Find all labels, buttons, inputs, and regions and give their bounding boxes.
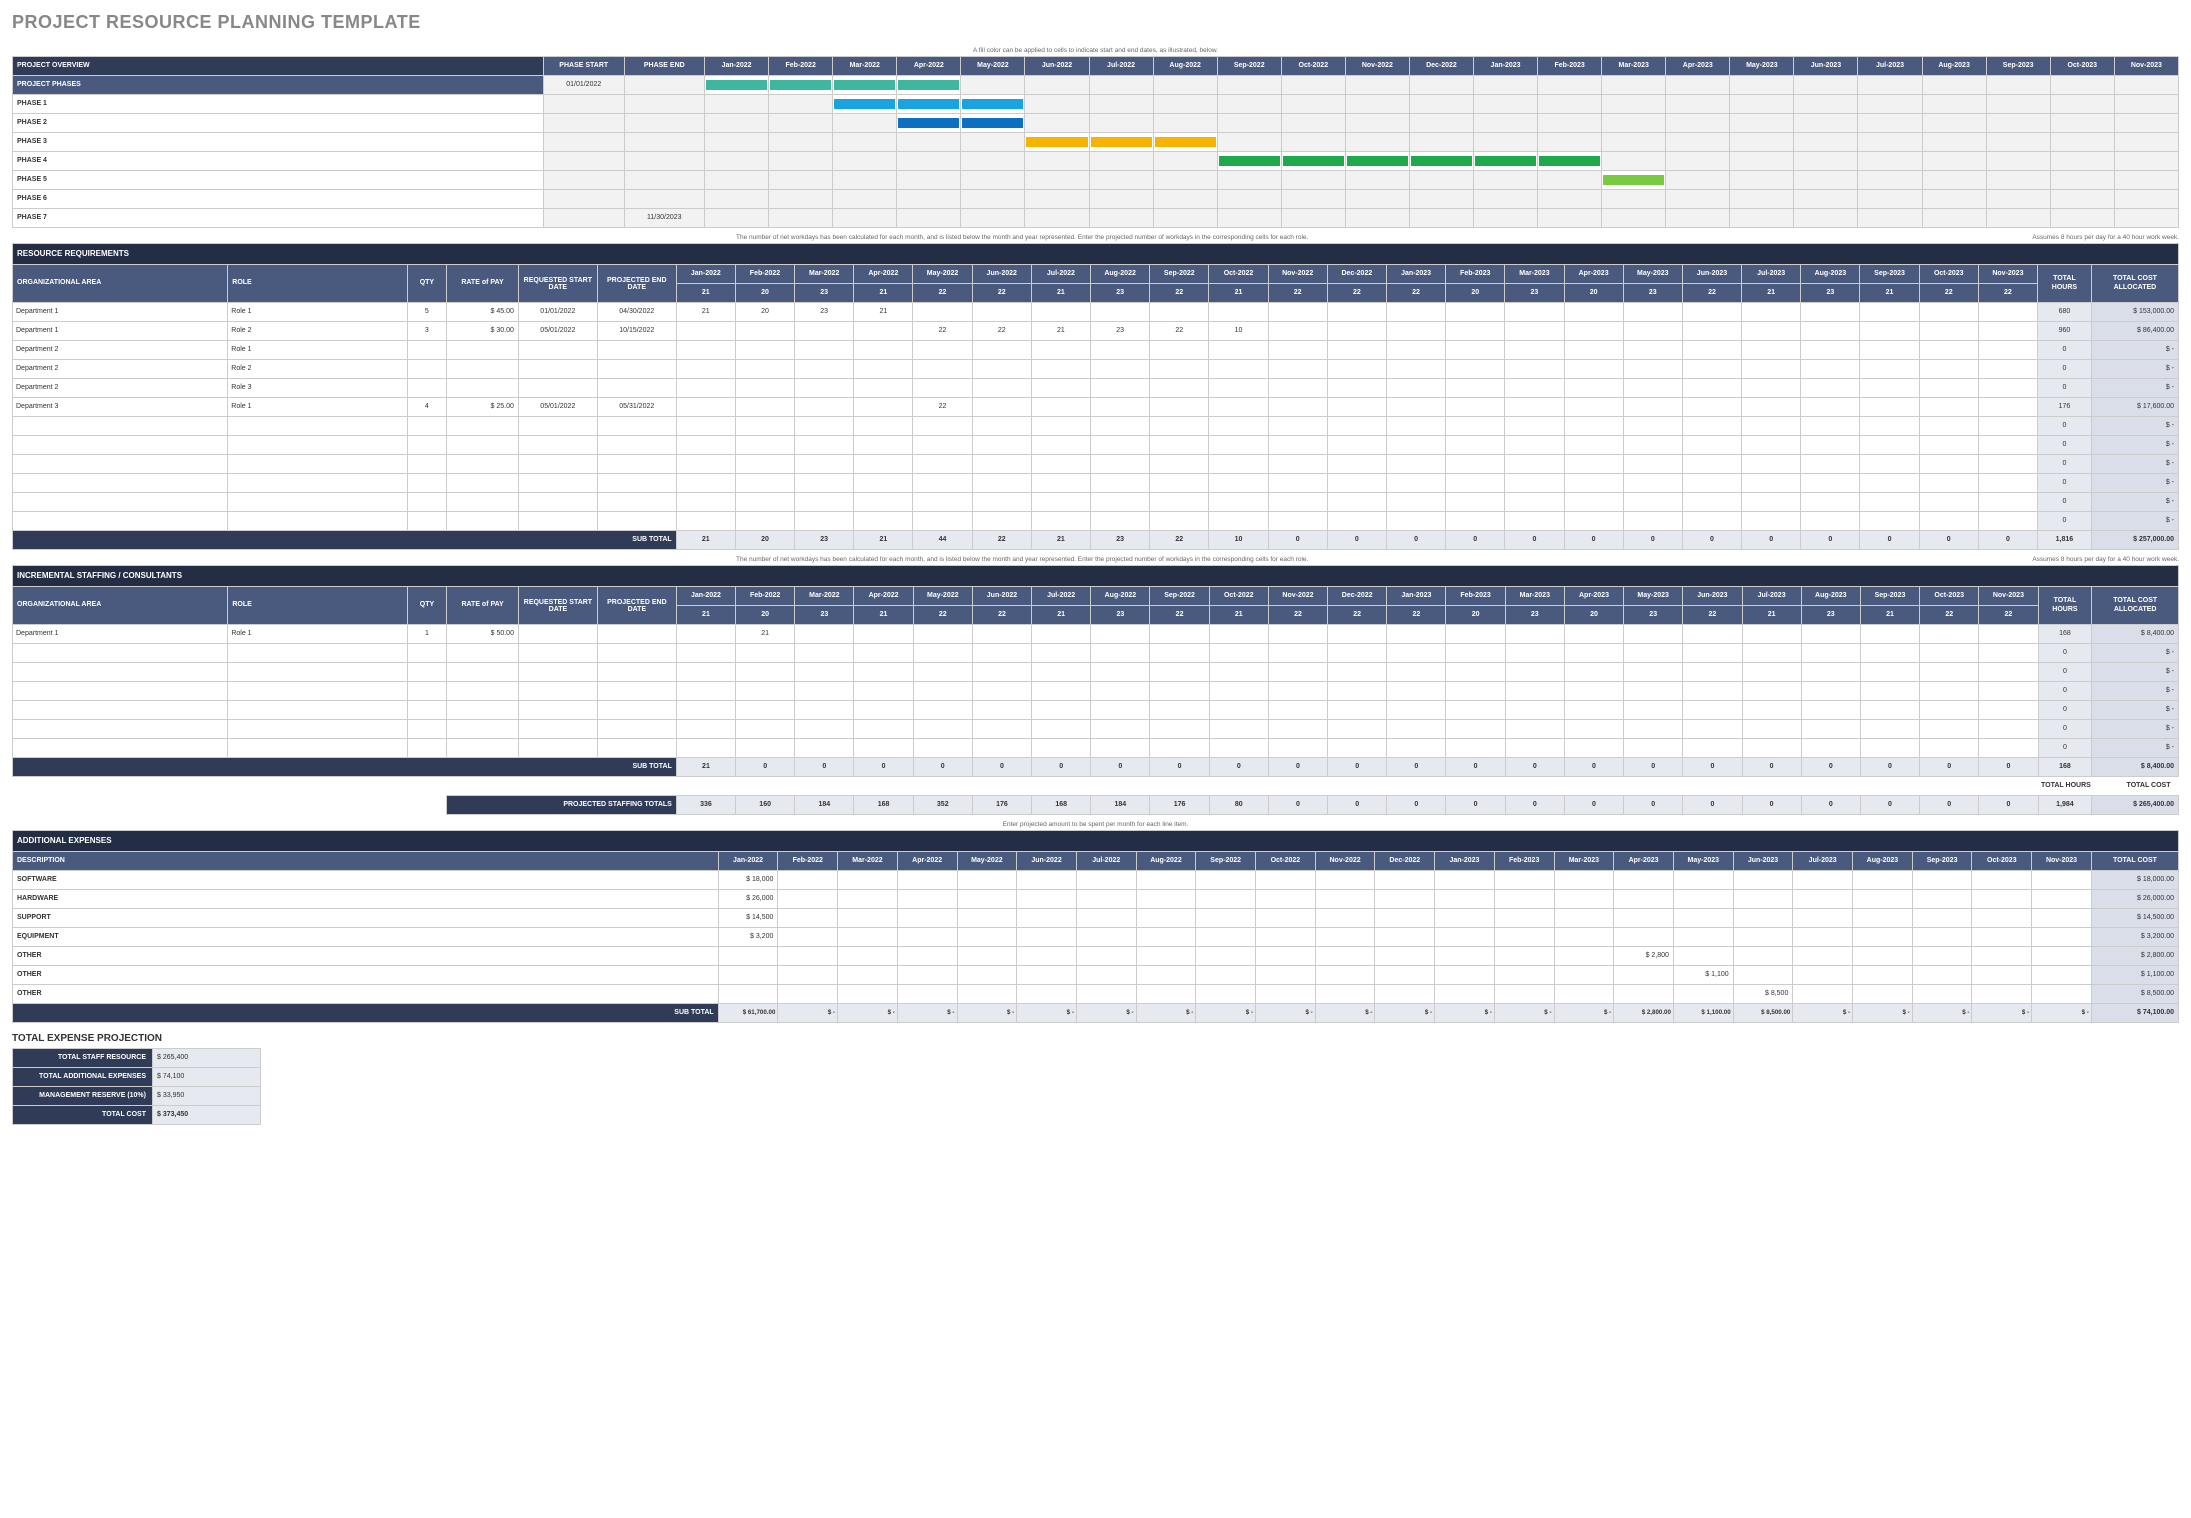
total-expense-projection-table: TOTAL STAFF RESOURCE$ 265,400TOTAL ADDIT… <box>12 1048 261 1125</box>
page-title: PROJECT RESOURCE PLANNING TEMPLATE <box>12 12 2179 33</box>
table-row: TOTAL STAFF RESOURCE$ 265,400 <box>13 1049 261 1068</box>
table-row: Department 1Role 23$ 30.0005/01/202210/1… <box>13 322 2179 341</box>
table-row: 0$ - <box>13 701 2179 720</box>
table-row: TOTAL COST$ 373,450 <box>13 1106 261 1125</box>
gantt-row: PHASE 1 <box>13 95 2179 114</box>
table-row: Department 2Role 20$ - <box>13 360 2179 379</box>
project-overview-table: PROJECT OVERVIEWPHASE STARTPHASE ENDJan-… <box>12 56 2179 228</box>
table-row: OTHER$ 8,500$ 8,500.00 <box>13 985 2179 1004</box>
table-row: 0$ - <box>13 436 2179 455</box>
table-row: OTHER$ 1,100$ 1,100.00 <box>13 966 2179 985</box>
table-row: Department 1Role 11$ 50.0021168$ 8,400.0… <box>13 625 2179 644</box>
gantt-row: PHASE 4 <box>13 152 2179 171</box>
table-row: OTHER$ 2,800$ 2,800.00 <box>13 947 2179 966</box>
table-row: 0$ - <box>13 512 2179 531</box>
table-row: 0$ - <box>13 739 2179 758</box>
rr-note-right: Assumes 8 hours per day for a 40 hour wo… <box>2032 232 2179 243</box>
gantt-row: PROJECT PHASES01/01/2022 <box>13 76 2179 95</box>
overview-note: A fill color can be applied to cells to … <box>12 45 2179 56</box>
table-row: SUPPORT$ 14,500$ 14,500.00 <box>13 909 2179 928</box>
table-row: EQUIPMENT$ 3,200$ 3,200.00 <box>13 928 2179 947</box>
table-row: SOFTWARE$ 18,000$ 18,000.00 <box>13 871 2179 890</box>
gantt-row: PHASE 3 <box>13 133 2179 152</box>
gantt-row: PHASE 711/30/2023 <box>13 209 2179 228</box>
incremental-staffing-table: INCREMENTAL STAFFING / CONSULTANTSORGANI… <box>12 565 2179 815</box>
table-row: Department 2Role 10$ - <box>13 341 2179 360</box>
gantt-row: PHASE 5 <box>13 171 2179 190</box>
table-row: HARDWARE$ 26,000$ 26,000.00 <box>13 890 2179 909</box>
resource-requirements-table: RESOURCE REQUIREMENTSORGANIZATIONAL AREA… <box>12 243 2179 550</box>
table-row: Department 2Role 30$ - <box>13 379 2179 398</box>
table-row: 0$ - <box>13 455 2179 474</box>
rr-note-left: The number of net workdays has been calc… <box>12 232 2032 243</box>
table-row: 0$ - <box>13 720 2179 739</box>
table-row: 0$ - <box>13 417 2179 436</box>
additional-expenses-table: ADDITIONAL EXPENSESDESCRIPTIONJan-2022Fe… <box>12 830 2179 1023</box>
ae-note: Enter projected amount to be spent per m… <box>12 819 2179 830</box>
table-row: 0$ - <box>13 493 2179 512</box>
inc-note-right: Assumes 8 hours per day for a 40 hour wo… <box>2032 554 2179 565</box>
table-row: Department 3Role 14$ 25.0005/01/202205/3… <box>13 398 2179 417</box>
inc-note-left: The number of net workdays has been calc… <box>12 554 2032 565</box>
table-row: TOTAL ADDITIONAL EXPENSES$ 74,100 <box>13 1068 261 1087</box>
table-row: 0$ - <box>13 663 2179 682</box>
table-row: 0$ - <box>13 682 2179 701</box>
gantt-row: PHASE 2 <box>13 114 2179 133</box>
table-row: MANAGEMENT RESERVE (10%)$ 33,950 <box>13 1087 261 1106</box>
gantt-row: PHASE 6 <box>13 190 2179 209</box>
table-row: Department 1Role 15$ 45.0001/01/202204/3… <box>13 303 2179 322</box>
table-row: 0$ - <box>13 644 2179 663</box>
table-row: 0$ - <box>13 474 2179 493</box>
projection-title: TOTAL EXPENSE PROJECTION <box>12 1033 2179 1044</box>
